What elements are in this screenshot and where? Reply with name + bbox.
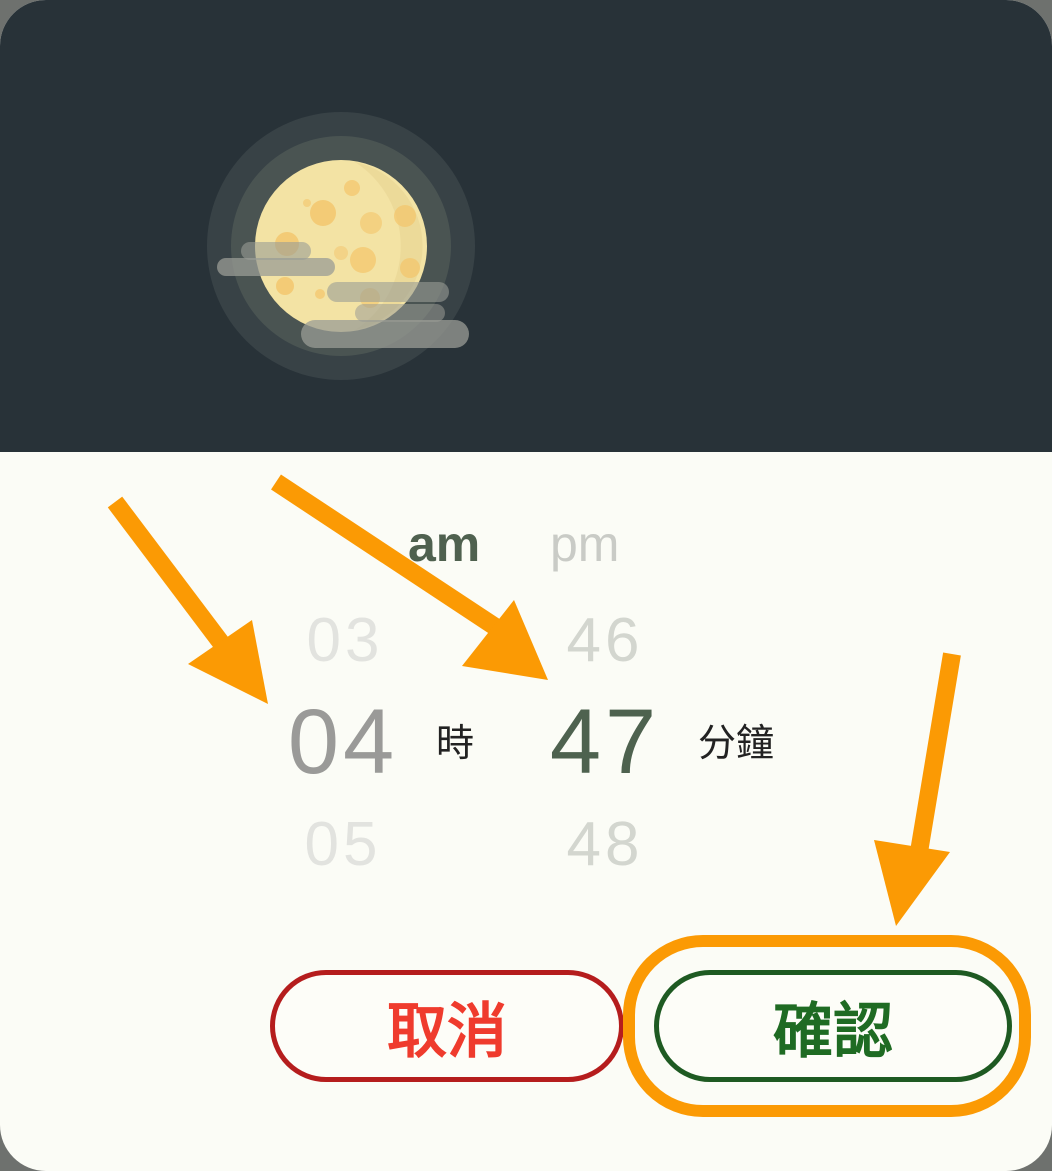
- confirm-highlight-annotation: [623, 935, 1031, 1117]
- cancel-button[interactable]: 取消: [270, 970, 624, 1082]
- pm-option[interactable]: pm: [550, 514, 619, 574]
- dialog-header: [0, 0, 1052, 452]
- moon-icon: [205, 108, 485, 388]
- arrow-to-hour: [107, 496, 268, 704]
- minute-next[interactable]: 48: [540, 810, 670, 880]
- hour-previous[interactable]: 03: [280, 606, 410, 676]
- time-picker-dialog: am pm 03 04 05 時 46 47 48 分鐘 取消 確認: [0, 0, 1052, 1171]
- hour-next[interactable]: 05: [278, 810, 408, 880]
- minute-unit-label: 分鐘: [698, 723, 775, 765]
- arrow-to-confirm: [874, 652, 961, 926]
- hour-unit-label: 時: [436, 723, 475, 765]
- am-option[interactable]: am: [408, 514, 480, 574]
- minute-selected[interactable]: 47: [540, 692, 670, 792]
- minute-previous[interactable]: 46: [540, 606, 670, 676]
- hour-selected[interactable]: 04: [278, 692, 408, 792]
